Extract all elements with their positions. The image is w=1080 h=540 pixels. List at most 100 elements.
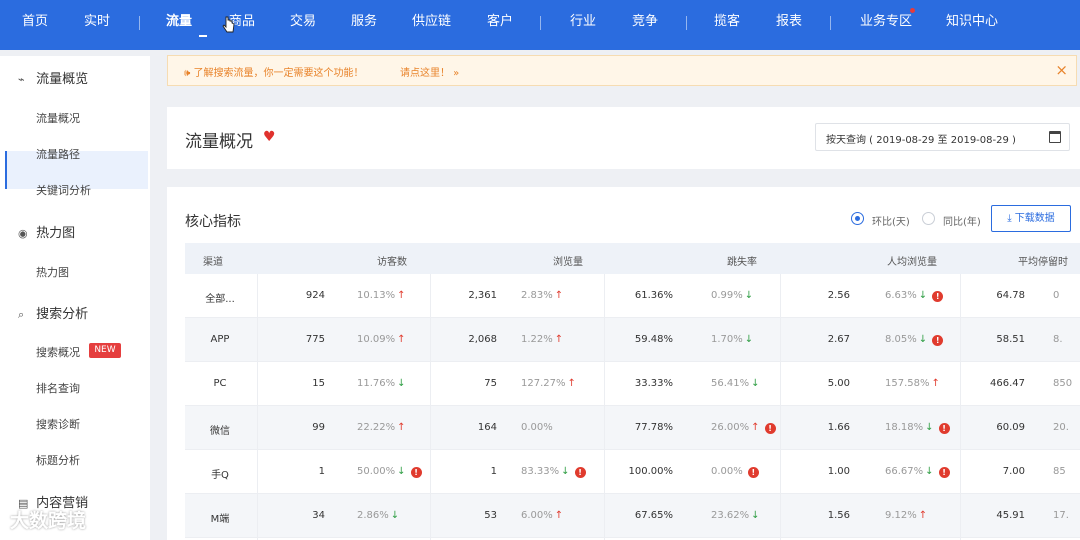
sidebar-item-heatmap[interactable]: 热力图 (36, 264, 69, 280)
nav-separator (830, 16, 831, 30)
bounce-cell-text: 61.36% (634, 290, 673, 301)
col-bounce-rate[interactable]: 跳失率 (727, 253, 757, 268)
nav-lanke[interactable]: 揽客 (714, 14, 740, 30)
nav-knowledge-center[interactable]: 知识中心 (946, 14, 998, 30)
hand-cursor-icon (222, 16, 235, 33)
date-range-picker[interactable]: 按天查询 ( 2019-08-29 至 2019-08-29 ) (815, 123, 1070, 151)
avg-pv-pct-cell-text: 8.05% (885, 334, 917, 345)
pageviews-pct-cell-text: 2.83% (521, 290, 553, 301)
nav-transactions[interactable]: 交易 (290, 14, 316, 30)
arrow-up-icon: ↑ (397, 334, 406, 345)
nav-realtime[interactable]: 实时 (84, 14, 110, 30)
nav-home[interactable]: 首页 (22, 14, 48, 30)
warning-icon[interactable]: ! (938, 467, 950, 478)
pageviews-pct-cell: 1.22% ↑ (521, 334, 563, 345)
table-row[interactable]: 全部... 924 10.13% ↑ 2,361 2.83% ↑ 61.36% 0.99% ↓ 2.… (185, 274, 1080, 318)
radio-day-label: 环比(天) (872, 217, 910, 228)
stay-cell: 60.09 (965, 422, 1025, 433)
visitors-pct-cell: 11.76% ↓ (357, 378, 406, 389)
column-divider (430, 274, 431, 540)
sidebar-group-heatmap[interactable]: ◉ 热力图 (18, 222, 75, 241)
table-row[interactable]: 手Q 1 50.00% ↓! 1 83.33% ↓! 100.00% 0.00%! 1.00 66.… (185, 450, 1080, 494)
banner-link[interactable]: 请点这里！ » (400, 64, 459, 79)
warning-icon[interactable]: ! (932, 291, 944, 302)
date-range-text: 按天查询 ( 2019-08-29 至 2019-08-29 ) (826, 135, 1016, 146)
pageviews-cell-text: 53 (484, 510, 497, 521)
stay-cell-text: 58.51 (996, 334, 1025, 345)
pageviews-cell: 1 (447, 466, 497, 477)
bounce-pct-cell: 0.99% ↓ (711, 290, 753, 301)
bounce-pct-cell-text: 23.62% (711, 510, 750, 521)
col-avg-stay[interactable]: 平均停留时 (1018, 253, 1068, 268)
heart-icon[interactable]: ♥ (263, 129, 276, 145)
pageviews-cell: 2,361 (447, 290, 497, 301)
bounce-cell-text: 100.00% (628, 466, 674, 477)
table-row[interactable]: PC 15 11.76% ↓ 75 127.27% ↑ 33.33% 56.41% ↓ 5.00 15… (185, 362, 1080, 406)
arrow-down-icon: ↓ (751, 378, 760, 389)
nav-customers[interactable]: 客户 (487, 14, 513, 30)
sidebar-group-traffic-overview[interactable]: ⌁ 流量概览 (18, 68, 88, 87)
nav-service[interactable]: 服务 (351, 14, 377, 30)
warning-icon[interactable]: ! (410, 467, 422, 478)
nav-separator (686, 16, 687, 30)
nav-reports[interactable]: 报表 (776, 14, 802, 30)
nav-industry[interactable]: 行业 (570, 14, 596, 30)
warning-icon[interactable]: ! (747, 467, 759, 478)
pageviews-pct-cell: 6.00% ↑ (521, 510, 563, 521)
watermark-logo: 大数跨境 (10, 510, 87, 532)
nav-competition[interactable]: 竞争 (632, 14, 658, 30)
warning-icon[interactable]: ! (764, 423, 776, 434)
nav-supply-chain[interactable]: 供应链 (412, 14, 451, 30)
stay-pct-cell-text: 20. (1053, 422, 1069, 433)
warning-icon[interactable]: ! (938, 423, 950, 434)
pageviews-cell-text: 164 (477, 422, 497, 433)
download-button[interactable]: ⤓ 下载数据 (991, 205, 1071, 232)
pageviews-pct-cell: 127.27% ↑ (521, 378, 576, 389)
warning-icon[interactable]: ! (574, 467, 586, 478)
avg-pv-cell: 5.00 (790, 378, 850, 389)
pageviews-cell: 164 (447, 422, 497, 433)
col-visitors[interactable]: 访客数 (377, 253, 407, 268)
pageviews-cell-text: 75 (484, 378, 497, 389)
avg-pv-cell-text: 1.56 (827, 510, 850, 521)
col-avg-pageviews[interactable]: 人均浏览量 (887, 253, 937, 268)
radio-year-label: 同比(年) (943, 217, 981, 228)
channel-cell-text: M端 (210, 514, 230, 525)
sidebar-item-traffic-path[interactable]: 流量路径 (36, 146, 80, 162)
sidebar-item-keyword-analysis[interactable]: 关键词分析 (36, 182, 91, 198)
sidebar-item-search-diagnosis[interactable]: 搜索诊断 (36, 416, 80, 432)
stay-pct-cell: 20. (1053, 422, 1069, 433)
nav-traffic[interactable]: 流量 (166, 14, 192, 30)
bounce-cell-text: 77.78% (634, 422, 673, 433)
warning-icon[interactable]: ! (932, 335, 944, 346)
col-channel: 渠道 (203, 257, 223, 268)
sidebar-item-search-overview[interactable]: 搜索概况 (36, 344, 80, 360)
core-metrics-card: 核心指标 环比(天) 同比(年) ⤓ 下载数据 渠道 访客数 浏览量 跳失率 人… (167, 187, 1080, 540)
stay-pct-cell-text: 8. (1053, 334, 1063, 345)
new-badge: NEW (89, 343, 121, 358)
stay-pct-cell: 850 (1053, 378, 1072, 389)
sidebar-item-title-analysis[interactable]: 标题分析 (36, 452, 80, 468)
bounce-cell: 67.65% (615, 510, 673, 521)
radio-day-over-day[interactable] (851, 212, 864, 225)
stay-cell: 466.47 (965, 378, 1025, 389)
radio-year-over-year[interactable] (922, 212, 935, 225)
close-icon[interactable]: × (1055, 61, 1068, 79)
bounce-pct-cell: 56.41% ↓ (711, 378, 760, 389)
col-pageviews[interactable]: 浏览量 (553, 253, 583, 268)
table-row[interactable]: 微信 99 22.22% ↑ 164 0.00% 77.78% 26.00% ↑! 1.66 18.… (185, 406, 1080, 450)
bounce-pct-cell: 0.00%! (711, 466, 759, 478)
visitors-pct-cell-text: 10.09% (357, 334, 396, 345)
table-header: 渠道 访客数 浏览量 跳失率 人均浏览量 平均停留时 (185, 243, 1080, 274)
pageviews-cell-text: 2,361 (468, 290, 497, 301)
nav-business-zone[interactable]: 业务专区 (860, 14, 912, 30)
column-divider (604, 274, 605, 540)
sidebar-item-traffic-overview[interactable]: 流量概况 (36, 110, 80, 126)
table-row[interactable]: M端 34 2.86% ↓ 53 6.00% ↑ 67.65% 23.62% ↓ 1.56 9.12%… (185, 494, 1080, 538)
table-row[interactable]: APP 775 10.09% ↑ 2,068 1.22% ↑ 59.48% 1.70% ↓ 2.67… (185, 318, 1080, 362)
visitors-pct-cell-text: 22.22% (357, 422, 396, 433)
sidebar-group-search-analysis[interactable]: ⌕ 搜索分析 (18, 303, 88, 322)
visitors-cell-text: 99 (312, 422, 325, 433)
sidebar-item-rank-query[interactable]: 排名查询 (36, 380, 80, 396)
stay-pct-cell: 85 (1053, 466, 1066, 477)
